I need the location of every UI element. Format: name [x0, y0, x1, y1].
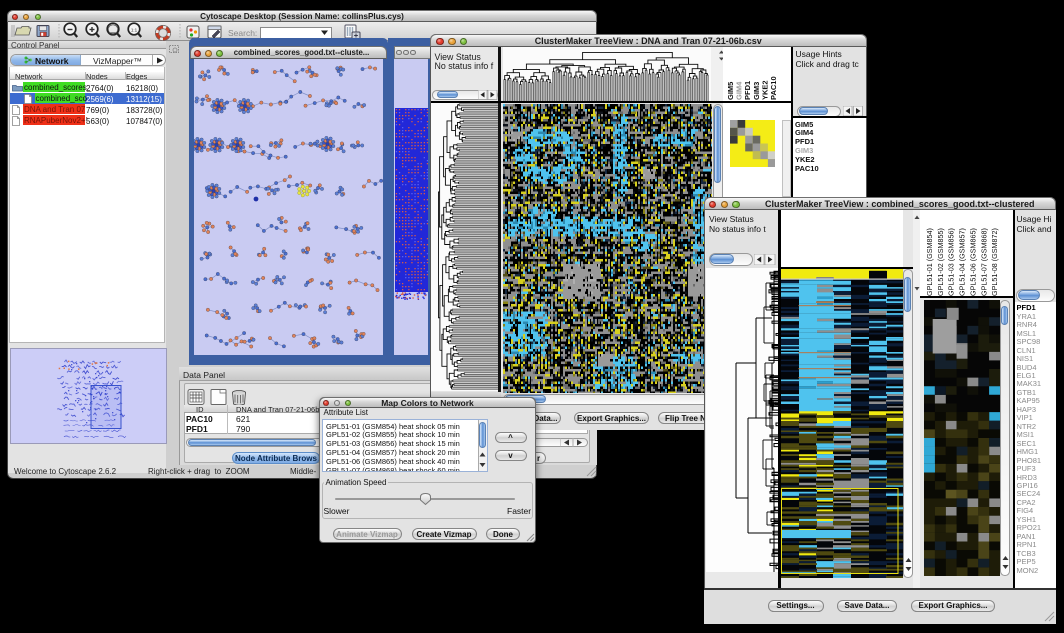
svg-text:GPL51-08 (GSM872): GPL51-08 (GSM872) [990, 228, 999, 296]
svg-text:PAC10: PAC10 [769, 76, 778, 100]
svg-text:GPL51-07 (GSM868): GPL51-07 (GSM868) [979, 228, 988, 296]
svg-text:1:1: 1:1 [131, 28, 138, 33]
svg-text:GPL51-03 (GSM856): GPL51-03 (GSM856) [947, 228, 956, 296]
svg-text:GPL51-02 (GSM855): GPL51-02 (GSM855) [936, 228, 945, 296]
svg-text:GPL51-04 (GSM857): GPL51-04 (GSM857) [958, 228, 967, 296]
svg-text:GPL51-01 (GSM854): GPL51-01 (GSM854) [925, 228, 934, 296]
svg-text:GPL51-06 (GSM865): GPL51-06 (GSM865) [968, 228, 977, 296]
